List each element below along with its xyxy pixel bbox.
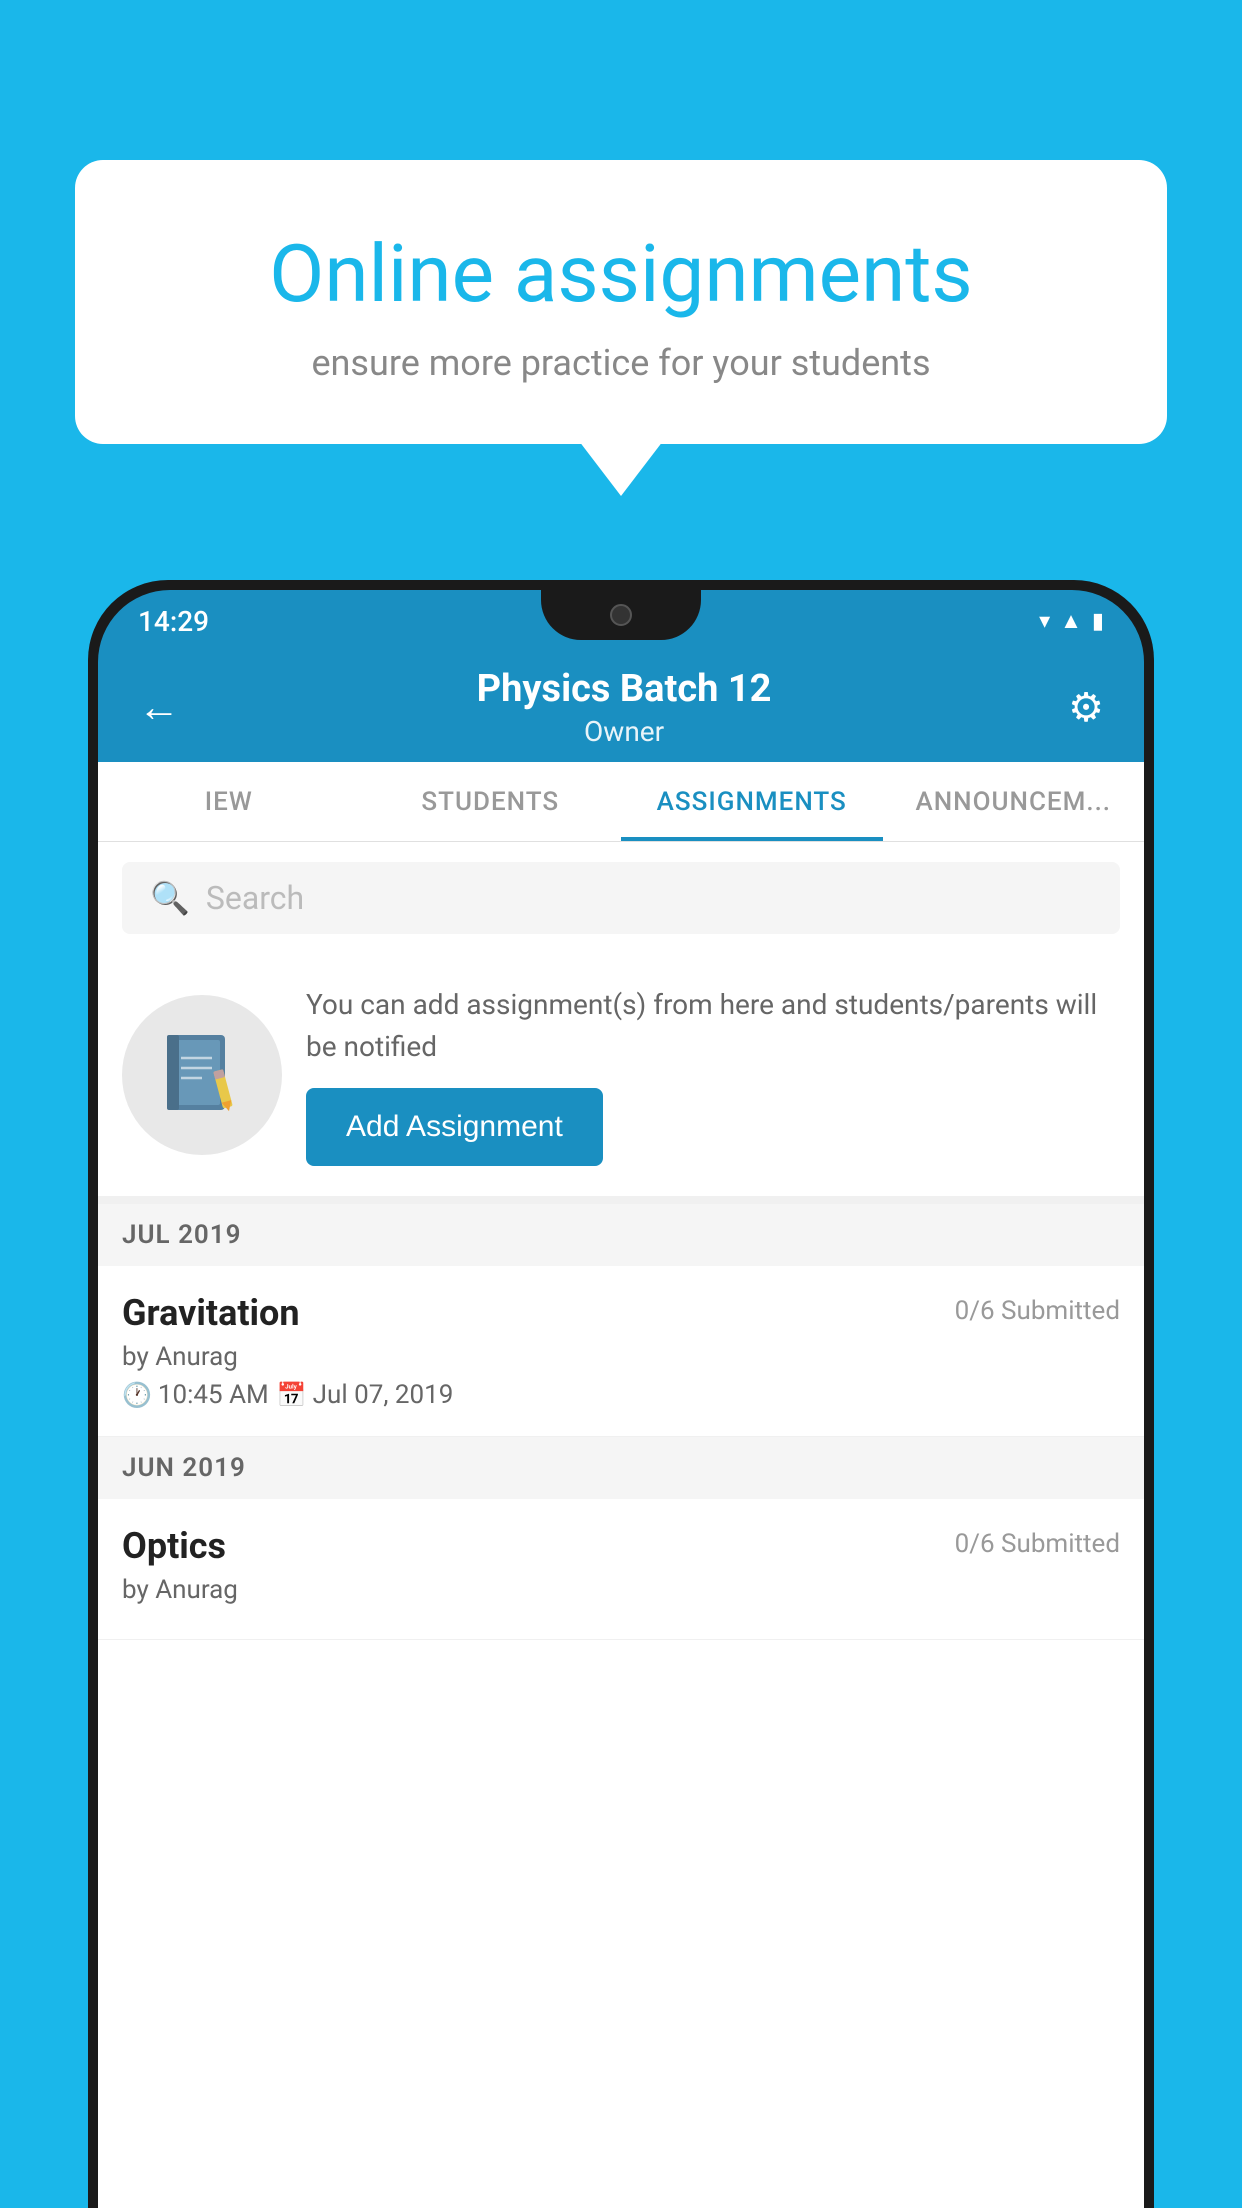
section-header-jul: JUL 2019 <box>98 1204 1144 1266</box>
tab-assignments[interactable]: ASSIGNMENTS <box>621 762 883 841</box>
assignment-row-top-optics: Optics 0/6 Submitted <box>122 1525 1120 1567</box>
status-time: 14:29 <box>138 605 209 638</box>
tab-announcements[interactable]: ANNOUNCEM... <box>883 762 1145 841</box>
assignment-time: 10:45 AM <box>158 1380 269 1410</box>
signal-icon: ▲ <box>1060 608 1082 634</box>
tab-students[interactable]: STUDENTS <box>360 762 622 841</box>
assignment-submitted: 0/6 Submitted <box>955 1296 1120 1326</box>
promo-section: You can add assignment(s) from here and … <box>98 954 1144 1204</box>
assignment-by: by Anurag <box>122 1342 1120 1372</box>
clock-icon: 🕐 <box>122 1381 152 1409</box>
notch <box>541 590 701 640</box>
search-icon: 🔍 <box>150 879 190 917</box>
app-bar: ← Physics Batch 12 Owner ⚙ <box>98 652 1144 762</box>
bubble-subtitle: ensure more practice for your students <box>155 342 1087 384</box>
assignment-meta: 🕐 10:45 AM 📅 Jul 07, 2019 <box>122 1380 1120 1410</box>
time-meta: 🕐 10:45 AM <box>122 1380 269 1410</box>
search-placeholder: Search <box>206 879 304 917</box>
phone-inner: 14:29 ▾ ▲ ▮ ← Physics Batch 12 Owner ⚙ I… <box>98 590 1144 2208</box>
wifi-icon: ▾ <box>1039 609 1050 634</box>
calendar-icon: 📅 <box>277 1381 307 1409</box>
camera <box>610 604 632 626</box>
assignment-row-top: Gravitation 0/6 Submitted <box>122 1292 1120 1334</box>
assignment-by-optics: by Anurag <box>122 1575 1120 1605</box>
settings-button[interactable]: ⚙ <box>1058 674 1114 741</box>
assignment-name: Gravitation <box>122 1292 300 1334</box>
bubble-title: Online assignments <box>155 230 1087 318</box>
status-bar: 14:29 ▾ ▲ ▮ <box>98 590 1144 652</box>
batch-title: Physics Batch 12 <box>190 667 1058 711</box>
promo-icon-circle <box>122 995 282 1155</box>
section-header-jun: JUN 2019 <box>98 1437 1144 1499</box>
screen-content: 🔍 Search <box>98 842 1144 2208</box>
assignment-submitted-optics: 0/6 Submitted <box>955 1529 1120 1559</box>
battery-icon: ▮ <box>1092 609 1104 634</box>
date-meta: 📅 Jul 07, 2019 <box>277 1380 454 1410</box>
speech-bubble-container: Online assignments ensure more practice … <box>75 160 1167 444</box>
promo-description: You can add assignment(s) from here and … <box>306 984 1120 1068</box>
batch-owner: Owner <box>190 715 1058 748</box>
add-assignment-button[interactable]: Add Assignment <box>306 1088 603 1166</box>
speech-bubble: Online assignments ensure more practice … <box>75 160 1167 444</box>
back-button[interactable]: ← <box>128 673 190 742</box>
assignment-item-gravitation[interactable]: Gravitation 0/6 Submitted by Anurag 🕐 10… <box>98 1266 1144 1437</box>
search-bar[interactable]: 🔍 Search <box>122 862 1120 934</box>
promo-content: You can add assignment(s) from here and … <box>306 984 1120 1166</box>
app-bar-title: Physics Batch 12 Owner <box>190 667 1058 748</box>
assignment-date: Jul 07, 2019 <box>313 1380 454 1410</box>
phone-frame: 14:29 ▾ ▲ ▮ ← Physics Batch 12 Owner ⚙ I… <box>88 580 1154 2208</box>
tabs-bar: IEW STUDENTS ASSIGNMENTS ANNOUNCEM... <box>98 762 1144 842</box>
tab-iew[interactable]: IEW <box>98 762 360 841</box>
notebook-icon <box>157 1030 247 1120</box>
status-icons: ▾ ▲ ▮ <box>1039 608 1104 634</box>
assignment-name-optics: Optics <box>122 1525 226 1567</box>
assignment-item-optics[interactable]: Optics 0/6 Submitted by Anurag <box>98 1499 1144 1640</box>
search-container: 🔍 Search <box>98 842 1144 954</box>
